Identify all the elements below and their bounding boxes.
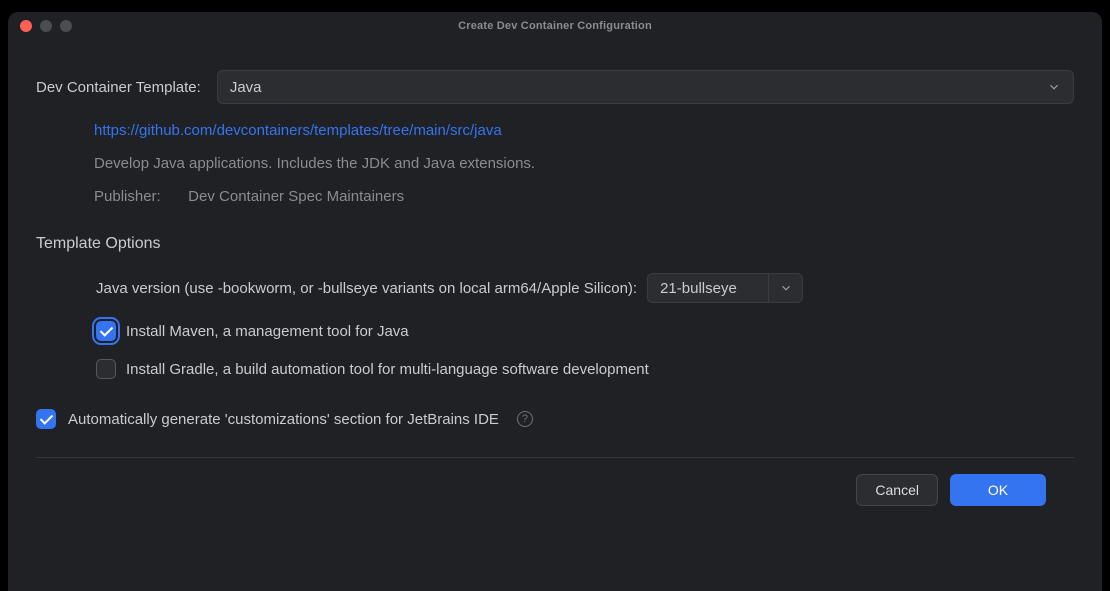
template-select-value: Java (230, 79, 262, 96)
install-gradle-label: Install Gradle, a build automation tool … (126, 361, 649, 378)
install-maven-checkbox[interactable] (96, 321, 116, 341)
template-label: Dev Container Template: (36, 79, 201, 96)
publisher-label: Publisher: (94, 188, 184, 205)
chevron-down-icon (779, 281, 793, 295)
dialog-window: Create Dev Container Configuration Dev C… (8, 12, 1102, 591)
titlebar: Create Dev Container Configuration (8, 12, 1102, 40)
window-title: Create Dev Container Configuration (8, 20, 1102, 32)
auto-customizations-label: Automatically generate 'customizations' … (68, 411, 499, 428)
help-icon[interactable]: ? (517, 411, 533, 427)
java-version-row: Java version (use -bookworm, or -bullsey… (96, 273, 1074, 303)
chevron-down-icon (1047, 80, 1061, 94)
template-select[interactable]: Java (217, 70, 1074, 104)
install-maven-row: Install Maven, a management tool for Jav… (96, 321, 1074, 341)
publisher-row: Publisher: Dev Container Spec Maintainer… (94, 188, 1074, 205)
java-version-value: 21-bullseye (648, 280, 768, 297)
dialog-content: Dev Container Template: Java https://git… (8, 40, 1102, 591)
auto-customizations-row: Automatically generate 'customizations' … (36, 409, 1074, 429)
java-version-select[interactable]: 21-bullseye (647, 273, 803, 303)
java-version-dropdown-button[interactable] (768, 274, 802, 302)
ok-button[interactable]: OK (950, 474, 1046, 506)
java-version-label: Java version (use -bookworm, or -bullsey… (96, 280, 637, 297)
cancel-button[interactable]: Cancel (856, 474, 938, 506)
template-details: https://github.com/devcontainers/templat… (36, 122, 1074, 205)
template-options-title: Template Options (36, 235, 1074, 253)
auto-customizations-checkbox[interactable] (36, 409, 56, 429)
template-description: Develop Java applications. Includes the … (94, 155, 1074, 172)
publisher-value: Dev Container Spec Maintainers (188, 188, 404, 205)
install-gradle-row: Install Gradle, a build automation tool … (96, 359, 1074, 379)
install-maven-label: Install Maven, a management tool for Jav… (126, 323, 409, 340)
template-row: Dev Container Template: Java (36, 70, 1074, 104)
dialog-footer: Cancel OK (36, 458, 1074, 506)
template-options: Java version (use -bookworm, or -bullsey… (36, 273, 1074, 379)
template-url-link[interactable]: https://github.com/devcontainers/templat… (94, 122, 1074, 139)
install-gradle-checkbox[interactable] (96, 359, 116, 379)
